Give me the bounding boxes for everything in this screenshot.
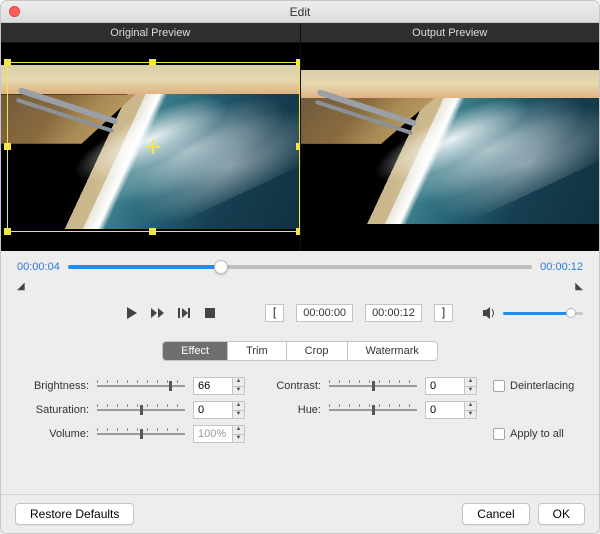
- set-in-button[interactable]: [: [265, 304, 284, 322]
- tab-effect[interactable]: Effect: [163, 342, 228, 360]
- brightness-down-icon[interactable]: ▼: [233, 387, 244, 395]
- saturation-input[interactable]: [193, 401, 233, 419]
- brightness-input[interactable]: [193, 377, 233, 395]
- in-point-field[interactable]: 00:00:00: [296, 304, 353, 322]
- brightness-label: Brightness:: [17, 380, 89, 392]
- next-frame-icon[interactable]: [177, 306, 191, 320]
- saturation-stepper[interactable]: ▲▼: [193, 401, 253, 419]
- contrast-stepper[interactable]: ▲▼: [425, 377, 485, 395]
- play-icon[interactable]: [125, 306, 139, 320]
- crop-handle-sw[interactable]: [4, 228, 11, 235]
- volume-down-icon[interactable]: ▼: [233, 435, 244, 443]
- deinterlacing-checkbox[interactable]: Deinterlacing: [493, 380, 583, 392]
- stop-icon[interactable]: [203, 306, 217, 320]
- output-preview-label: Output Preview: [301, 23, 600, 43]
- tab-trim[interactable]: Trim: [228, 342, 287, 360]
- hue-input[interactable]: [425, 401, 465, 419]
- titlebar: Edit: [1, 1, 599, 23]
- in-marker-icon[interactable]: ◢: [17, 281, 25, 292]
- original-preview-pane[interactable]: [1, 43, 301, 251]
- contrast-input[interactable]: [425, 377, 465, 395]
- contrast-slider[interactable]: [329, 378, 417, 394]
- output-preview-pane: [301, 43, 600, 251]
- tab-bar: EffectTrimCropWatermark: [162, 341, 438, 361]
- contrast-label: Contrast:: [261, 380, 321, 392]
- effect-grid: Brightness: ▲▼ Contrast: ▲▼ Deinterlacin…: [17, 377, 583, 443]
- tab-watermark[interactable]: Watermark: [348, 342, 437, 360]
- out-marker-icon[interactable]: ◣: [575, 281, 583, 292]
- original-preview-label: Original Preview: [1, 23, 301, 43]
- footer: Restore Defaults Cancel OK: [1, 494, 599, 533]
- window-title: Edit: [1, 5, 599, 19]
- hue-slider[interactable]: [329, 402, 417, 418]
- volume-slider[interactable]: [503, 306, 583, 320]
- timeline-knob[interactable]: [214, 260, 228, 274]
- time-duration: 00:00:12: [540, 261, 583, 273]
- hue-up-icon[interactable]: ▲: [465, 402, 476, 411]
- preview-area: Original Preview Output Preview: [1, 23, 599, 251]
- saturation-down-icon[interactable]: ▼: [233, 411, 244, 419]
- set-out-button[interactable]: ]: [434, 304, 453, 322]
- fast-forward-icon[interactable]: [151, 306, 165, 320]
- apply-to-all-checkbox[interactable]: Apply to all: [493, 428, 583, 440]
- restore-defaults-button[interactable]: Restore Defaults: [15, 503, 134, 525]
- ok-button[interactable]: OK: [538, 503, 585, 525]
- volume-input: [193, 425, 233, 443]
- crop-handle-s[interactable]: [149, 228, 156, 235]
- brightness-stepper[interactable]: ▲▼: [193, 377, 253, 395]
- contrast-down-icon[interactable]: ▼: [465, 387, 476, 395]
- hue-label: Hue:: [261, 404, 321, 416]
- out-point-field[interactable]: 00:00:12: [365, 304, 422, 322]
- volume-label: Volume:: [17, 428, 89, 440]
- volume-up-icon[interactable]: ▲: [233, 426, 244, 435]
- timeline-slider[interactable]: [68, 259, 532, 275]
- saturation-up-icon[interactable]: ▲: [233, 402, 244, 411]
- speaker-icon[interactable]: [483, 306, 497, 320]
- hue-stepper[interactable]: ▲▼: [425, 401, 485, 419]
- volume-level-slider[interactable]: [97, 426, 185, 442]
- hue-down-icon[interactable]: ▼: [465, 411, 476, 419]
- edit-window: Edit Original Preview Output Preview: [0, 0, 600, 534]
- tab-crop[interactable]: Crop: [287, 342, 348, 360]
- controls-panel: 00:00:04 00:00:12 ◢ ◣ [ 00:00:00 00:00:1…: [1, 251, 599, 494]
- saturation-slider[interactable]: [97, 402, 185, 418]
- saturation-label: Saturation:: [17, 404, 89, 416]
- volume-stepper[interactable]: ▲▼: [193, 425, 253, 443]
- contrast-up-icon[interactable]: ▲: [465, 378, 476, 387]
- brightness-up-icon[interactable]: ▲: [233, 378, 244, 387]
- cancel-button[interactable]: Cancel: [462, 503, 529, 525]
- time-current: 00:00:04: [17, 261, 60, 273]
- brightness-slider[interactable]: [97, 378, 185, 394]
